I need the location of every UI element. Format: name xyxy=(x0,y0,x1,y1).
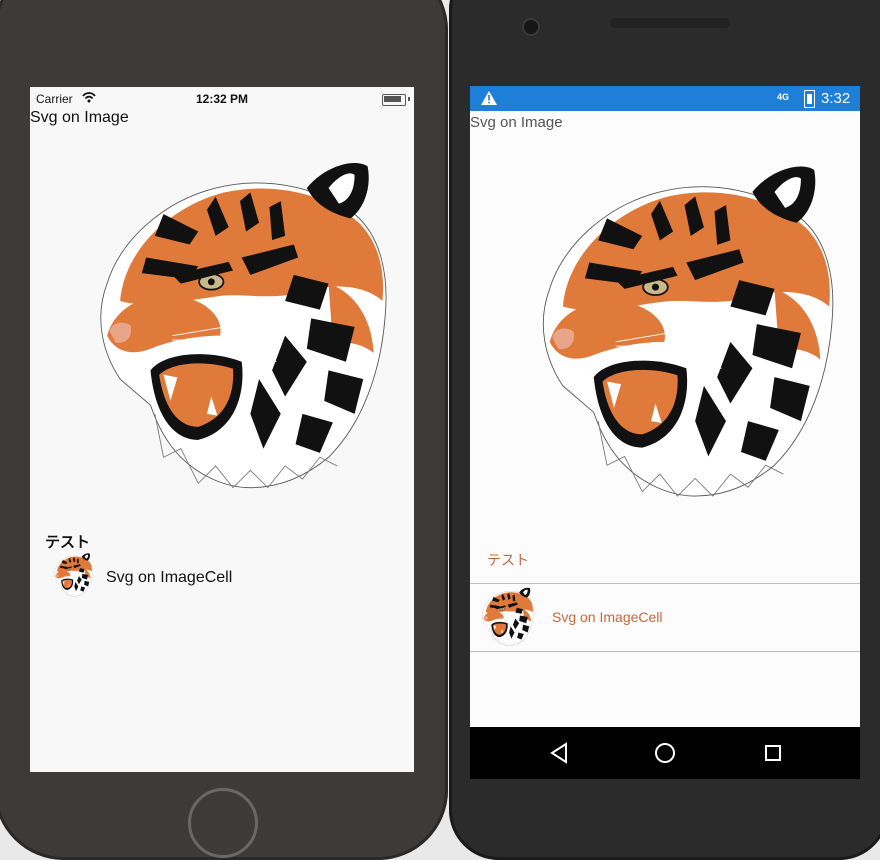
front-camera xyxy=(522,18,540,36)
page-title: Svg on Image xyxy=(30,109,129,126)
image-cell-label: Svg on ImageCell xyxy=(552,609,663,625)
android-status-bar: 4G 3:32 xyxy=(470,86,860,111)
status-time: 3:32 xyxy=(821,90,851,107)
image-cell-label: Svg on ImageCell xyxy=(106,569,233,586)
home-icon[interactable] xyxy=(651,739,679,767)
speaker-grille xyxy=(610,18,730,28)
battery-tip xyxy=(408,97,410,101)
ios-screen: Carrier 12:32 PM Svg on Image テスト Svg on… xyxy=(30,87,414,772)
image-cell[interactable]: Svg on ImageCell xyxy=(470,584,860,651)
network-indicator: 4G xyxy=(777,92,790,102)
recents-icon[interactable] xyxy=(759,739,787,767)
page-title: Svg on Image xyxy=(470,114,563,131)
cell-divider xyxy=(470,651,860,652)
tiger-thumbnail-icon xyxy=(54,553,93,597)
tiger-image xyxy=(542,165,834,497)
section-header: テスト xyxy=(45,534,91,551)
warning-icon xyxy=(481,91,497,110)
tiger-thumbnail-icon xyxy=(482,587,534,646)
image-cell[interactable]: Svg on ImageCell xyxy=(50,552,400,598)
tiger-image xyxy=(99,162,387,489)
home-button[interactable] xyxy=(188,788,258,858)
ios-status-bar: Carrier 12:32 PM xyxy=(30,87,414,111)
back-icon[interactable] xyxy=(546,739,574,767)
battery-icon xyxy=(804,90,815,108)
section-header: テスト xyxy=(487,552,529,568)
android-screen: 4G 3:32 Svg on Image テスト Svg on ImageCel… xyxy=(470,86,860,779)
status-time: 12:32 PM xyxy=(195,92,249,106)
battery-icon xyxy=(382,94,406,106)
navigation-bar xyxy=(470,727,860,779)
